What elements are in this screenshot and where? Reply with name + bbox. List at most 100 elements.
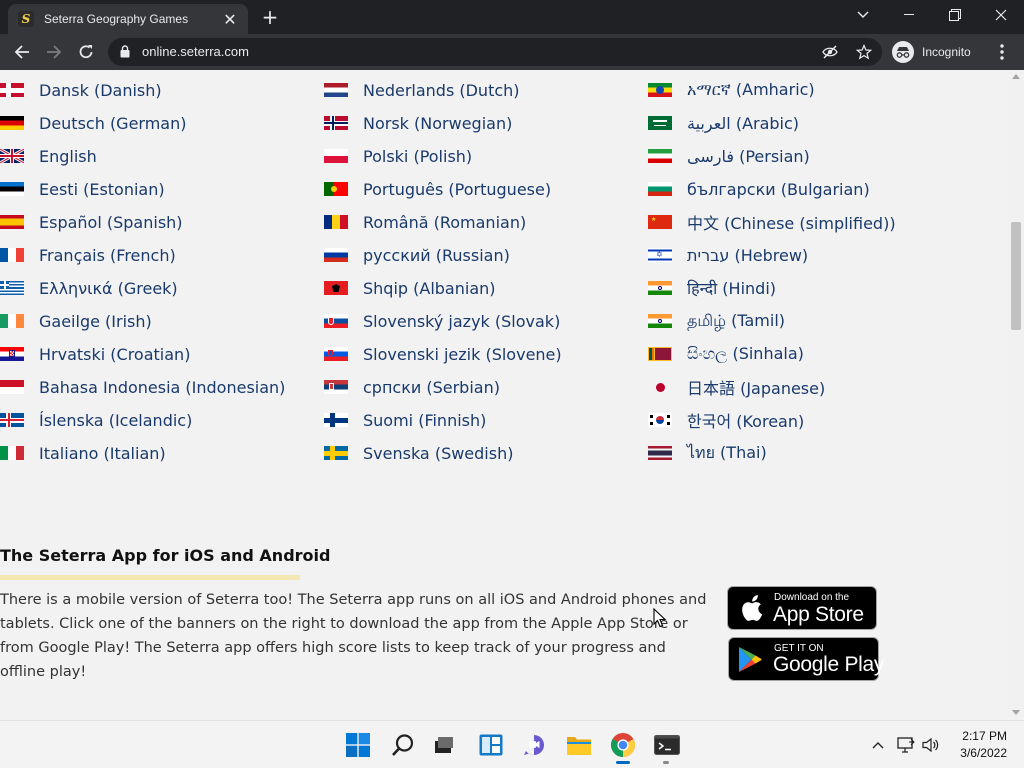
reload-button[interactable] (74, 40, 98, 64)
clock-date[interactable]: 3/6/2022 (947, 746, 1007, 760)
forward-button[interactable] (42, 40, 66, 64)
restore-button[interactable] (932, 0, 978, 30)
language-label[interactable]: 中文 (Chinese (simplified)) (687, 210, 896, 234)
language-label[interactable]: Italiano (Italian) (39, 444, 166, 463)
widgets-button[interactable] (477, 731, 505, 759)
language-label[interactable]: Svenska (Swedish) (363, 444, 513, 463)
scroll-down-arrow[interactable] (1012, 710, 1020, 715)
language-label[interactable]: Română (Romanian) (363, 213, 526, 232)
browser-tab[interactable]: S Seterra Geography Games ✕ (8, 4, 248, 34)
language-link[interactable]: Suomi (Finnish) (324, 409, 486, 431)
page-scrollbar[interactable] (1008, 70, 1024, 720)
language-link[interactable]: Deutsch (German) (0, 112, 187, 134)
language-link[interactable]: தமிழ் (Tamil) (648, 310, 785, 332)
language-label[interactable]: English (39, 147, 97, 166)
address-bar[interactable]: online.seterra.com (108, 38, 882, 66)
language-link[interactable]: සිංහල (Sinhala) (648, 343, 804, 365)
language-label[interactable]: Gaeilge (Irish) (39, 312, 152, 331)
language-label[interactable]: עברית (Hebrew) (687, 246, 808, 265)
incognito-button[interactable]: Incognito (888, 38, 984, 66)
language-label[interactable]: العربية (Arabic) (687, 114, 799, 133)
task-view-button[interactable] (430, 731, 458, 759)
language-label[interactable]: Français (French) (39, 246, 176, 265)
language-link[interactable]: Slovenský jazyk (Slovak) (324, 310, 560, 332)
language-link[interactable]: Eesti (Estonian) (0, 178, 165, 200)
language-link[interactable]: русский (Russian) (324, 244, 510, 266)
language-label[interactable]: Bahasa Indonesia (Indonesian) (39, 378, 285, 397)
language-label[interactable]: русский (Russian) (363, 246, 510, 265)
language-label[interactable]: български (Bulgarian) (687, 180, 870, 199)
language-link[interactable]: English (0, 145, 97, 167)
language-link[interactable]: Ελληνικά (Greek) (0, 277, 178, 299)
close-window-button[interactable] (978, 0, 1024, 30)
language-link[interactable]: Polski (Polish) (324, 145, 472, 167)
language-link[interactable]: Français (French) (0, 244, 176, 266)
language-label[interactable]: فارسی (Persian) (687, 147, 810, 166)
language-link[interactable]: አማርኛ (Amharic) (648, 79, 815, 101)
chrome-taskbar-button[interactable] (609, 731, 637, 759)
language-label[interactable]: አማርኛ (Amharic) (687, 80, 815, 100)
language-label[interactable]: Deutsch (German) (39, 114, 187, 133)
language-link[interactable]: Hrvatski (Croatian) (0, 343, 190, 365)
minimize-button[interactable] (886, 0, 932, 30)
language-label[interactable]: Shqip (Albanian) (363, 279, 496, 298)
language-link[interactable]: العربية (Arabic) (648, 112, 799, 134)
language-label[interactable]: 日本語 (Japanese) (687, 375, 825, 399)
language-label[interactable]: Nederlands (Dutch) (363, 81, 520, 100)
clock-time[interactable]: 2:17 PM (955, 729, 1007, 743)
terminal-button[interactable] (653, 731, 681, 759)
show-hidden-icons-button[interactable] (866, 731, 890, 759)
language-label[interactable]: Slovenský jazyk (Slovak) (363, 312, 560, 331)
language-link[interactable]: Italiano (Italian) (0, 442, 166, 464)
start-button[interactable] (344, 731, 372, 759)
lock-icon[interactable] (120, 45, 130, 58)
language-link[interactable]: Română (Romanian) (324, 211, 526, 233)
language-link[interactable]: Dansk (Danish) (0, 79, 162, 101)
language-link[interactable]: हिन्दी (Hindi) (648, 277, 776, 299)
language-label[interactable]: Suomi (Finnish) (363, 411, 486, 430)
language-link[interactable]: Nederlands (Dutch) (324, 79, 520, 101)
language-link[interactable]: Español (Spanish) (0, 211, 183, 233)
star-icon[interactable] (856, 44, 872, 60)
language-label[interactable]: Ελληνικά (Greek) (39, 279, 178, 298)
language-label[interactable]: සිංහල (Sinhala) (687, 344, 804, 364)
language-link[interactable]: ★ 中文 (Chinese (simplified)) (648, 211, 896, 233)
language-link[interactable]: Português (Portuguese) (324, 178, 551, 200)
language-label[interactable]: Íslenska (Icelandic) (39, 411, 192, 430)
scroll-up-arrow[interactable] (1012, 74, 1020, 79)
language-link[interactable]: српски (Serbian) (324, 376, 500, 398)
tab-close-button[interactable]: ✕ (222, 10, 238, 29)
language-label[interactable]: Dansk (Danish) (39, 81, 162, 100)
language-link[interactable]: Bahasa Indonesia (Indonesian) (0, 376, 285, 398)
more-menu-icon[interactable] (994, 42, 1010, 62)
new-tab-button[interactable]: + (258, 5, 282, 29)
network-button[interactable] (894, 731, 918, 759)
language-label[interactable]: Español (Spanish) (39, 213, 183, 232)
language-label[interactable]: हिन्दी (Hindi) (687, 277, 776, 299)
tab-search-button[interactable] (840, 0, 886, 30)
language-link[interactable]: български (Bulgarian) (648, 178, 870, 200)
language-label[interactable]: 한국어 (Korean) (687, 408, 804, 432)
language-label[interactable]: ไทย (Thai) (687, 441, 767, 466)
language-label[interactable]: தமிழ் (Tamil) (687, 311, 785, 332)
chat-button[interactable] (520, 731, 548, 759)
language-link[interactable]: ✡ עברית (Hebrew) (648, 244, 808, 266)
url-text[interactable]: online.seterra.com (142, 44, 249, 59)
language-label[interactable]: Eesti (Estonian) (39, 180, 165, 199)
volume-button[interactable] (919, 731, 943, 759)
language-link[interactable]: ไทย (Thai) (648, 442, 767, 464)
back-button[interactable] (10, 40, 34, 64)
language-label[interactable]: српски (Serbian) (363, 378, 500, 397)
search-button[interactable] (389, 731, 417, 759)
language-link[interactable]: Shqip (Albanian) (324, 277, 496, 299)
app-store-badge[interactable]: Download on the App Store (727, 586, 877, 630)
language-label[interactable]: Norsk (Norwegian) (363, 114, 512, 133)
language-link[interactable]: Svenska (Swedish) (324, 442, 513, 464)
language-label[interactable]: Hrvatski (Croatian) (39, 345, 190, 364)
scrollbar-thumb[interactable] (1011, 222, 1021, 330)
language-link[interactable]: Norsk (Norwegian) (324, 112, 512, 134)
language-link[interactable]: Íslenska (Icelandic) (0, 409, 192, 431)
language-link[interactable]: 日本語 (Japanese) (648, 376, 825, 398)
language-link[interactable]: Gaeilge (Irish) (0, 310, 152, 332)
eye-off-icon[interactable] (822, 44, 838, 60)
